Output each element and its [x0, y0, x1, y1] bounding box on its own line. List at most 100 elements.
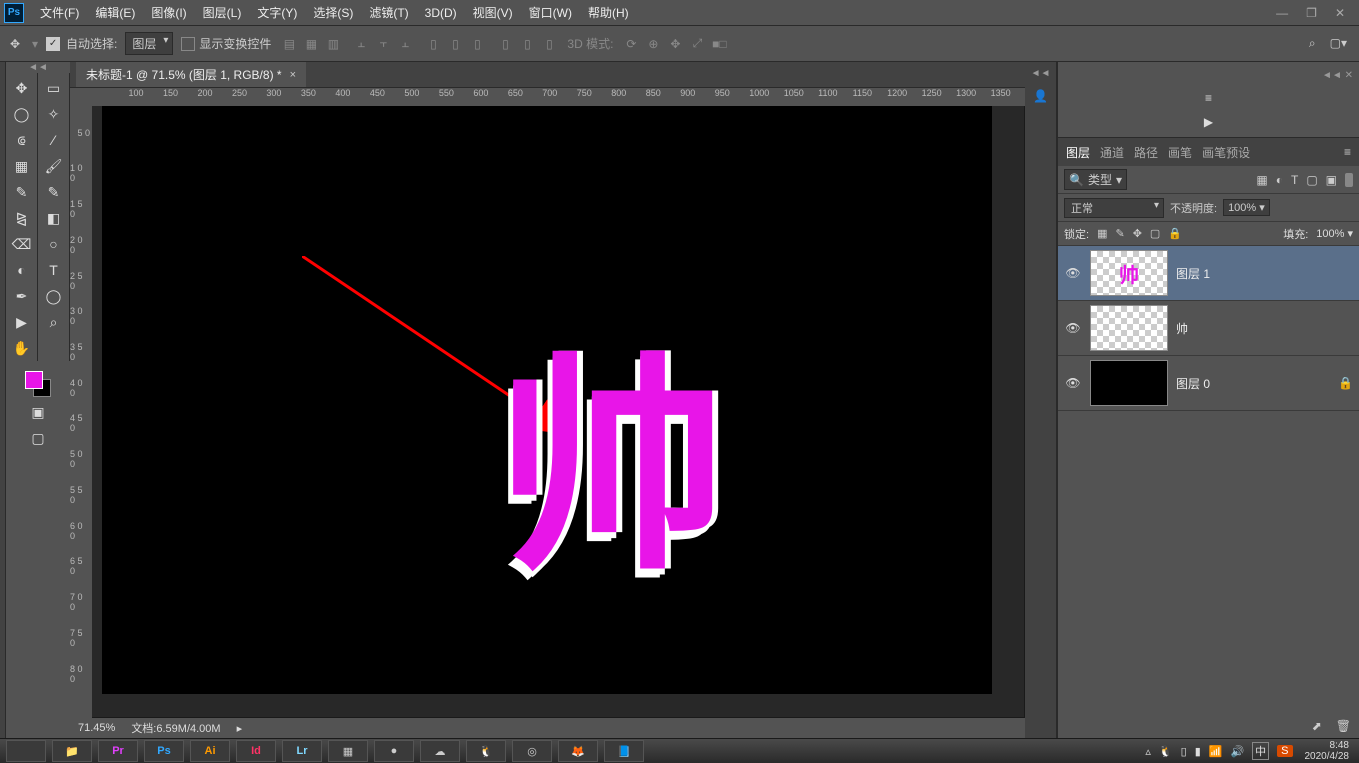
layer-row[interactable]: 👁 帅 图层 1 — [1058, 246, 1359, 301]
tray-icon[interactable]: ▮ — [1195, 745, 1201, 758]
taskbar-app[interactable]: ● — [374, 740, 414, 762]
tray-volume-icon[interactable]: 🔊 — [1230, 745, 1244, 758]
lasso-tool[interactable]: ◯ — [9, 101, 35, 127]
visibility-toggle[interactable]: 👁 — [1064, 376, 1082, 390]
menu-item[interactable]: 文字(Y) — [249, 0, 305, 26]
taskbar-app[interactable]: Ps — [144, 740, 184, 762]
menu-item[interactable]: 编辑(E) — [87, 0, 143, 26]
layer-filter-dropdown[interactable]: 🔍类型▾ — [1064, 169, 1127, 190]
lock-artboard-icon[interactable]: ▢ — [1150, 227, 1160, 240]
tray-icon[interactable]: ▵ — [1145, 745, 1151, 758]
layer-row[interactable]: 👁 帅 — [1058, 301, 1359, 356]
tab-presets[interactable]: 画笔预设 — [1202, 144, 1250, 161]
lock-position-icon[interactable]: ✥ — [1133, 227, 1142, 240]
taskbar-app[interactable]: Lr — [282, 740, 322, 762]
hand-tool[interactable]: ✋ — [9, 335, 35, 361]
taskbar-app[interactable]: 📁 — [52, 740, 92, 762]
filter-smart-icon[interactable]: ▣ — [1326, 173, 1337, 187]
shape-tool[interactable]: ◯ — [41, 283, 67, 309]
taskbar-app[interactable]: Ai — [190, 740, 230, 762]
ruler-icon[interactable]: ≡ — [1205, 91, 1212, 105]
eraser-tool[interactable]: ⌫ — [9, 231, 35, 257]
frame-tool[interactable]: ▦ — [9, 153, 35, 179]
tray-ime[interactable]: 中 — [1252, 742, 1269, 760]
menu-item[interactable]: 图像(I) — [143, 0, 194, 26]
tray-icon[interactable]: ▯ — [1181, 745, 1187, 758]
tray-s[interactable]: S — [1277, 745, 1292, 757]
minimize-button[interactable]: — — [1276, 6, 1288, 20]
screenmode-toggle[interactable]: ▢ — [6, 425, 70, 451]
taskbar-app[interactable] — [6, 740, 46, 762]
clone-tool[interactable]: ⧎ — [9, 205, 35, 231]
taskbar-app[interactable]: 🐧 — [466, 740, 506, 762]
autoselect-target-dropdown[interactable]: 图层 — [125, 32, 173, 55]
link-layers-icon[interactable]: ⬈ — [1312, 719, 1322, 733]
play-icon[interactable]: ▶ — [1204, 115, 1213, 129]
autoselect-checkbox[interactable]: ✓ — [46, 37, 60, 51]
healing-tool[interactable]: ✎ — [9, 179, 35, 205]
marquee-tool[interactable]: ▭ — [41, 75, 67, 101]
taskbar-app[interactable]: ▦ — [328, 740, 368, 762]
crop-tool[interactable]: ⟃ — [9, 127, 35, 153]
filter-adjust-icon[interactable]: ◐ — [1276, 173, 1283, 187]
visibility-toggle[interactable]: 👁 — [1064, 266, 1082, 280]
zoom-tool[interactable]: ⌕ — [41, 309, 67, 335]
color-swatches[interactable] — [23, 369, 53, 399]
gradient-tool[interactable]: ◧ — [41, 205, 67, 231]
brush-tool[interactable]: 🖌 — [41, 153, 67, 179]
menu-item[interactable]: 图层(L) — [195, 0, 250, 26]
filter-shape-icon[interactable]: ▢ — [1306, 173, 1317, 187]
filter-pixel-icon[interactable]: ▦ — [1256, 173, 1267, 187]
lock-pixels-icon[interactable]: ▦ — [1097, 227, 1107, 240]
pen-tool[interactable]: ✒ — [9, 283, 35, 309]
taskbar-app[interactable]: ◎ — [512, 740, 552, 762]
filter-toggle[interactable] — [1345, 173, 1353, 187]
document-tab[interactable]: 未标题-1 @ 71.5% (图层 1, RGB/8) * × — [76, 62, 306, 87]
close-button[interactable]: ✕ — [1335, 6, 1345, 20]
taskbar-app[interactable]: Id — [236, 740, 276, 762]
taskbar-app[interactable]: Pr — [98, 740, 138, 762]
panel-menu-icon[interactable]: ≡ — [1344, 145, 1351, 159]
quickmask-toggle[interactable]: ▣ — [6, 399, 70, 425]
move-tool[interactable]: ✥ — [9, 75, 35, 101]
delete-layer-icon[interactable]: 🗑 — [1336, 719, 1351, 733]
menu-item[interactable]: 文件(F) — [32, 0, 87, 26]
tab-layers[interactable]: 图层 — [1066, 144, 1090, 161]
dodge-tool[interactable]: ○ — [41, 231, 67, 257]
blend-mode-dropdown[interactable]: 正常 — [1064, 198, 1164, 218]
menu-item[interactable]: 窗口(W) — [521, 0, 580, 26]
layer-row[interactable]: 👁 图层 0 🔒 — [1058, 356, 1359, 411]
menu-item[interactable]: 视图(V) — [465, 0, 521, 26]
history-panel-icon[interactable]: 👤 — [1030, 85, 1052, 107]
status-more-icon[interactable]: ▸ — [237, 722, 243, 735]
lock-brush-icon[interactable]: ✎ — [1115, 227, 1124, 240]
show-transform-checkbox[interactable] — [181, 37, 195, 51]
tab-brushes[interactable]: 画笔 — [1168, 144, 1192, 161]
blur-tool[interactable]: ◐ — [9, 257, 35, 283]
tab-paths[interactable]: 路径 — [1134, 144, 1158, 161]
lock-all-icon[interactable]: 🔒 — [1168, 227, 1182, 240]
toolbar-collapse[interactable]: ◄◄ — [6, 62, 70, 73]
filter-text-icon[interactable]: T — [1291, 173, 1298, 187]
text-tool[interactable]: T — [41, 257, 67, 283]
fill-value[interactable]: 100% ▾ — [1316, 227, 1353, 240]
canvas[interactable]: 帅 — [92, 106, 1025, 718]
search-icon[interactable]: ⌕ — [1309, 36, 1316, 51]
workspace-switcher[interactable]: ▢▾ — [1330, 36, 1347, 51]
menu-item[interactable]: 选择(S) — [305, 0, 361, 26]
tab-close-icon[interactable]: × — [290, 69, 296, 81]
visibility-toggle[interactable]: 👁 — [1064, 321, 1082, 335]
taskbar-app[interactable]: 🦊 — [558, 740, 598, 762]
tab-channels[interactable]: 通道 — [1100, 144, 1124, 161]
menu-item[interactable]: 帮助(H) — [580, 0, 637, 26]
eyedropper-tool[interactable]: ⁄ — [41, 127, 67, 153]
tray-network-icon[interactable]: 📶 — [1209, 745, 1223, 758]
wand-tool[interactable]: ✧ — [41, 101, 67, 127]
zoom-level[interactable]: 71.45% — [78, 722, 115, 734]
path-select-tool[interactable]: ▶ — [9, 309, 35, 335]
pencil-tool[interactable]: ✎ — [41, 179, 67, 205]
maximize-button[interactable]: ❐ — [1306, 6, 1317, 20]
menu-item[interactable]: 3D(D) — [417, 0, 465, 26]
opacity-value[interactable]: 100% ▾ — [1223, 199, 1270, 216]
menu-item[interactable]: 滤镜(T) — [361, 0, 416, 26]
